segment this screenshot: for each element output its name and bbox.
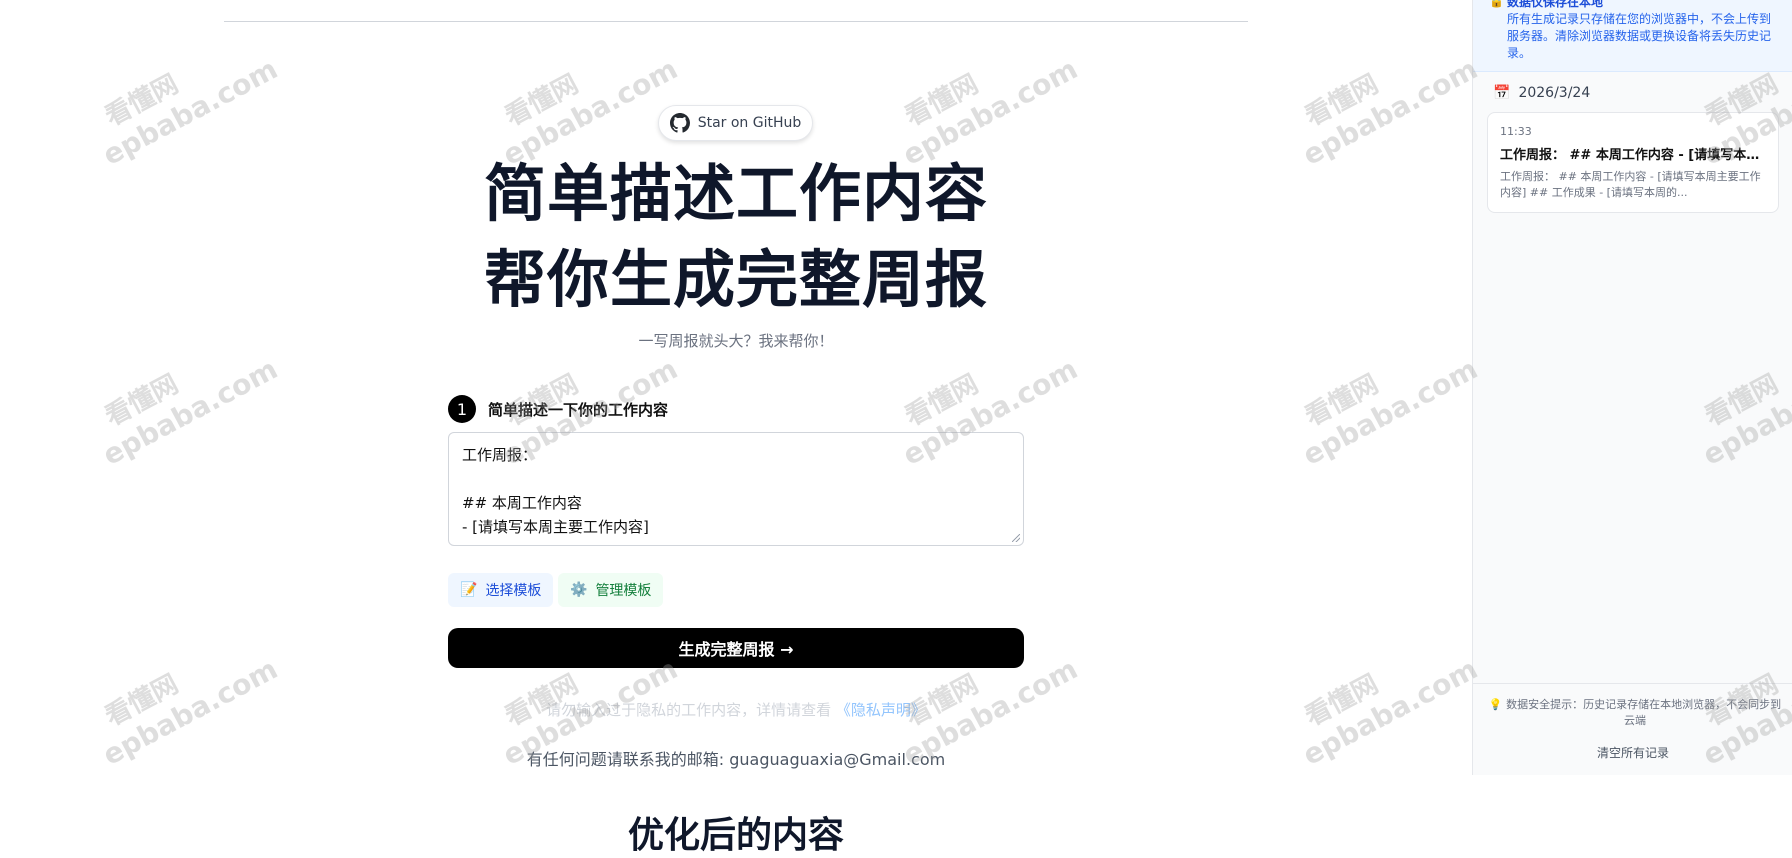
textarea-resize-handle[interactable]	[1012, 534, 1022, 544]
hero-title-line1: 简单描述工作内容	[483, 157, 988, 230]
history-record-card[interactable]: 11:33 工作周报： ## 本周工作内容 - [请填写本周主要工作内容] 工作…	[1487, 112, 1779, 213]
calendar-icon: 📅	[1493, 85, 1511, 101]
local-storage-notice: 🔒 数据仅保存在本地 所有生成记录只存储在您的浏览器中，不会上传到服务器。清除浏…	[1473, 0, 1792, 72]
github-icon	[669, 113, 690, 133]
manage-template-button[interactable]: ⚙️ 管理模板	[558, 573, 664, 607]
history-date-group: 📅 2026/3/24	[1493, 85, 1590, 101]
tip-text: 数据安全提示：历史记录存储在本地浏览器，不会同步到云端	[1506, 698, 1782, 727]
work-content-input[interactable]: 工作周报： ## 本周工作内容 - [请填写本周主要工作内容]	[448, 432, 1024, 546]
generate-report-button[interactable]: 生成完整周报 →	[448, 628, 1024, 668]
step-label: 简单描述一下你的工作内容	[488, 400, 669, 419]
contact-email: 有任何问题请联系我的邮箱: guaguaguaxia@Gmail.com	[526, 750, 946, 769]
manage-template-label: 管理模板	[595, 583, 652, 599]
history-date: 2026/3/24	[1518, 85, 1591, 101]
resize-grip-icon	[1012, 534, 1020, 542]
privacy-notice: 请勿输入过于隐私的工作内容，详情请查看 《隐私声明》	[436, 699, 1036, 720]
record-time: 11:33	[1500, 125, 1532, 138]
gear-icon: ⚙️	[570, 582, 588, 598]
record-title: 工作周报： ## 本周工作内容 - [请填写本周主要工作内容]	[1500, 148, 1766, 163]
clear-all-records-button[interactable]: 清空所有记录	[1473, 744, 1792, 761]
history-sidebar: 🔒 数据仅保存在本地 所有生成记录只存储在您的浏览器中，不会上传到服务器。清除浏…	[1472, 0, 1792, 775]
privacy-policy-link[interactable]: 《隐私声明》	[836, 701, 926, 719]
result-section-title: 优化后的内容	[627, 815, 844, 856]
github-button-label: Star on GitHub	[697, 115, 802, 131]
select-template-button[interactable]: 📝 选择模板	[448, 573, 554, 607]
lightbulb-icon: 💡	[1488, 698, 1503, 711]
top-divider	[224, 21, 1248, 22]
main-content: Star on GitHub 简单描述工作内容 帮你生成完整周报 一写周报就头大…	[0, 0, 1472, 856]
github-star-button[interactable]: Star on GitHub	[658, 105, 813, 141]
step-number-badge: 1	[448, 395, 476, 423]
lock-icon: 🔒	[1489, 0, 1504, 8]
subtitle: 一写周报就头大？我来帮你！	[638, 332, 834, 350]
select-template-label: 选择模板	[485, 583, 542, 599]
privacy-text: 请勿输入过于隐私的工作内容，详情请查看	[546, 701, 832, 719]
sidebar-footer: 💡 数据安全提示：历史记录存储在本地浏览器，不会同步到云端 清空所有记录	[1473, 683, 1792, 775]
hero-title-line2: 帮你生成完整周报	[483, 243, 988, 316]
record-preview: 工作周报： ## 本周工作内容 - [请填写本周主要工作内容] ## 工作成果 …	[1500, 170, 1761, 199]
memo-icon: 📝	[460, 582, 478, 598]
data-security-tip: 💡 数据安全提示：历史记录存储在本地浏览器，不会同步到云端	[1487, 697, 1783, 729]
notice-text: 所有生成记录只存储在您的浏览器中，不会上传到服务器。清除浏览器数据或更换设备将丢…	[1507, 12, 1772, 60]
notice-title: 数据仅保存在本地	[1507, 0, 1604, 9]
step-1-header: 1 简单描述一下你的工作内容	[448, 395, 668, 423]
